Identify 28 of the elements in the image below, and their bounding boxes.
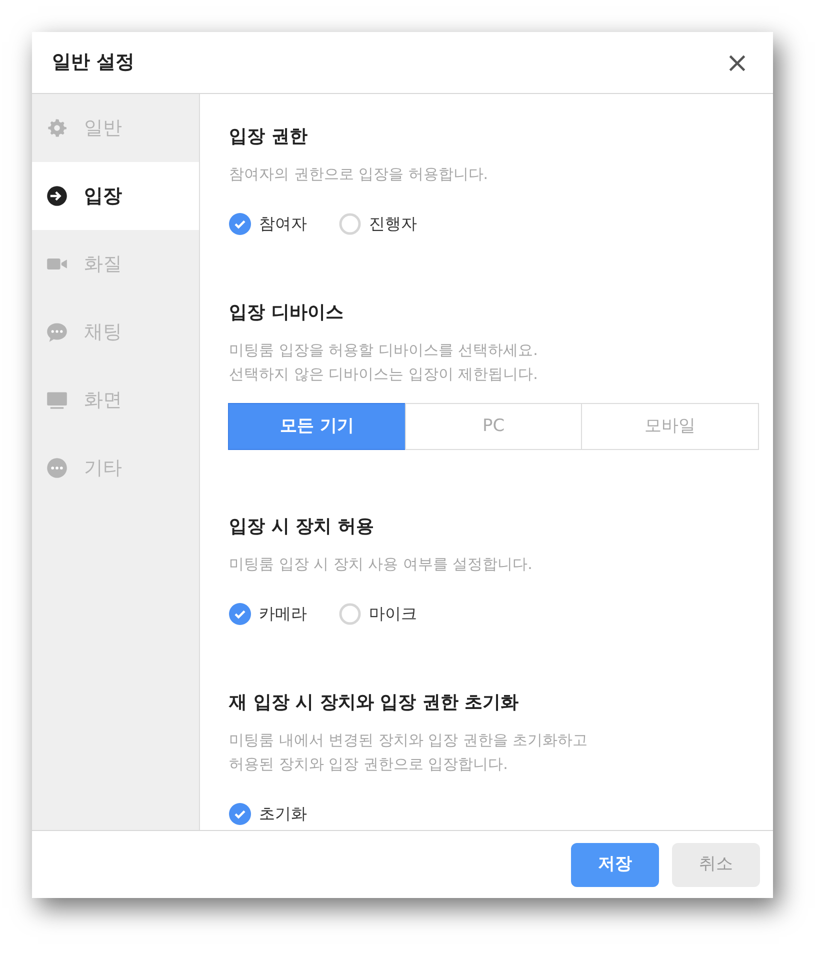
section-title: 재 입장 시 장치와 입장 권한 초기화 [229,691,520,715]
dialog-title: 일반 설정 [52,50,135,76]
close-button[interactable]: × [722,48,753,76]
segment-button[interactable]: PC [404,403,582,450]
checkbox-option[interactable]: 마이크 [339,602,417,626]
sidebar-item[interactable]: 화면 [32,366,199,434]
section-description: 미팅룸 입장 시 장치 사용 여부를 설정합니다. [229,554,534,575]
sidebar-item[interactable]: 일반 [32,94,199,162]
section-title: 입장 디바이스 [229,301,344,325]
segment-button[interactable]: 모바일 [581,403,760,450]
checkbox-option[interactable]: 초기화 [229,802,307,826]
checkbox-option[interactable]: 카메라 [229,602,307,626]
save-button[interactable]: 저장 [571,842,659,886]
checkbox-option[interactable]: 진행자 [339,212,417,236]
section-description: 미팅룸 입장을 허용할 디바이스를 선택하세요. [229,340,539,361]
sidebar-item[interactable]: 채팅 [32,298,199,366]
section-title: 입장 권한 [229,125,308,149]
section-description: 미팅룸 내에서 변경된 장치와 입장 권한을 초기화하고 [229,730,589,751]
sidebar-item[interactable]: 입장 [32,162,199,230]
section-description: 선택하지 않은 디바이스는 입장이 제한됩니다. [229,364,539,385]
section-title: 입장 시 장치 허용 [229,515,375,539]
sidebar-item[interactable]: 기타 [32,434,199,502]
checkbox-option[interactable]: 참여자 [229,212,307,236]
sidebar-item[interactable]: 화질 [32,230,199,298]
cancel-button[interactable]: 취소 [672,842,760,886]
section-description: 참여자의 권한으로 입장을 허용합니다. [229,164,490,185]
section-description: 허용된 장치와 입장 권한으로 입장합니다. [229,754,509,775]
segment-button[interactable]: 모든 기기 [228,403,406,450]
